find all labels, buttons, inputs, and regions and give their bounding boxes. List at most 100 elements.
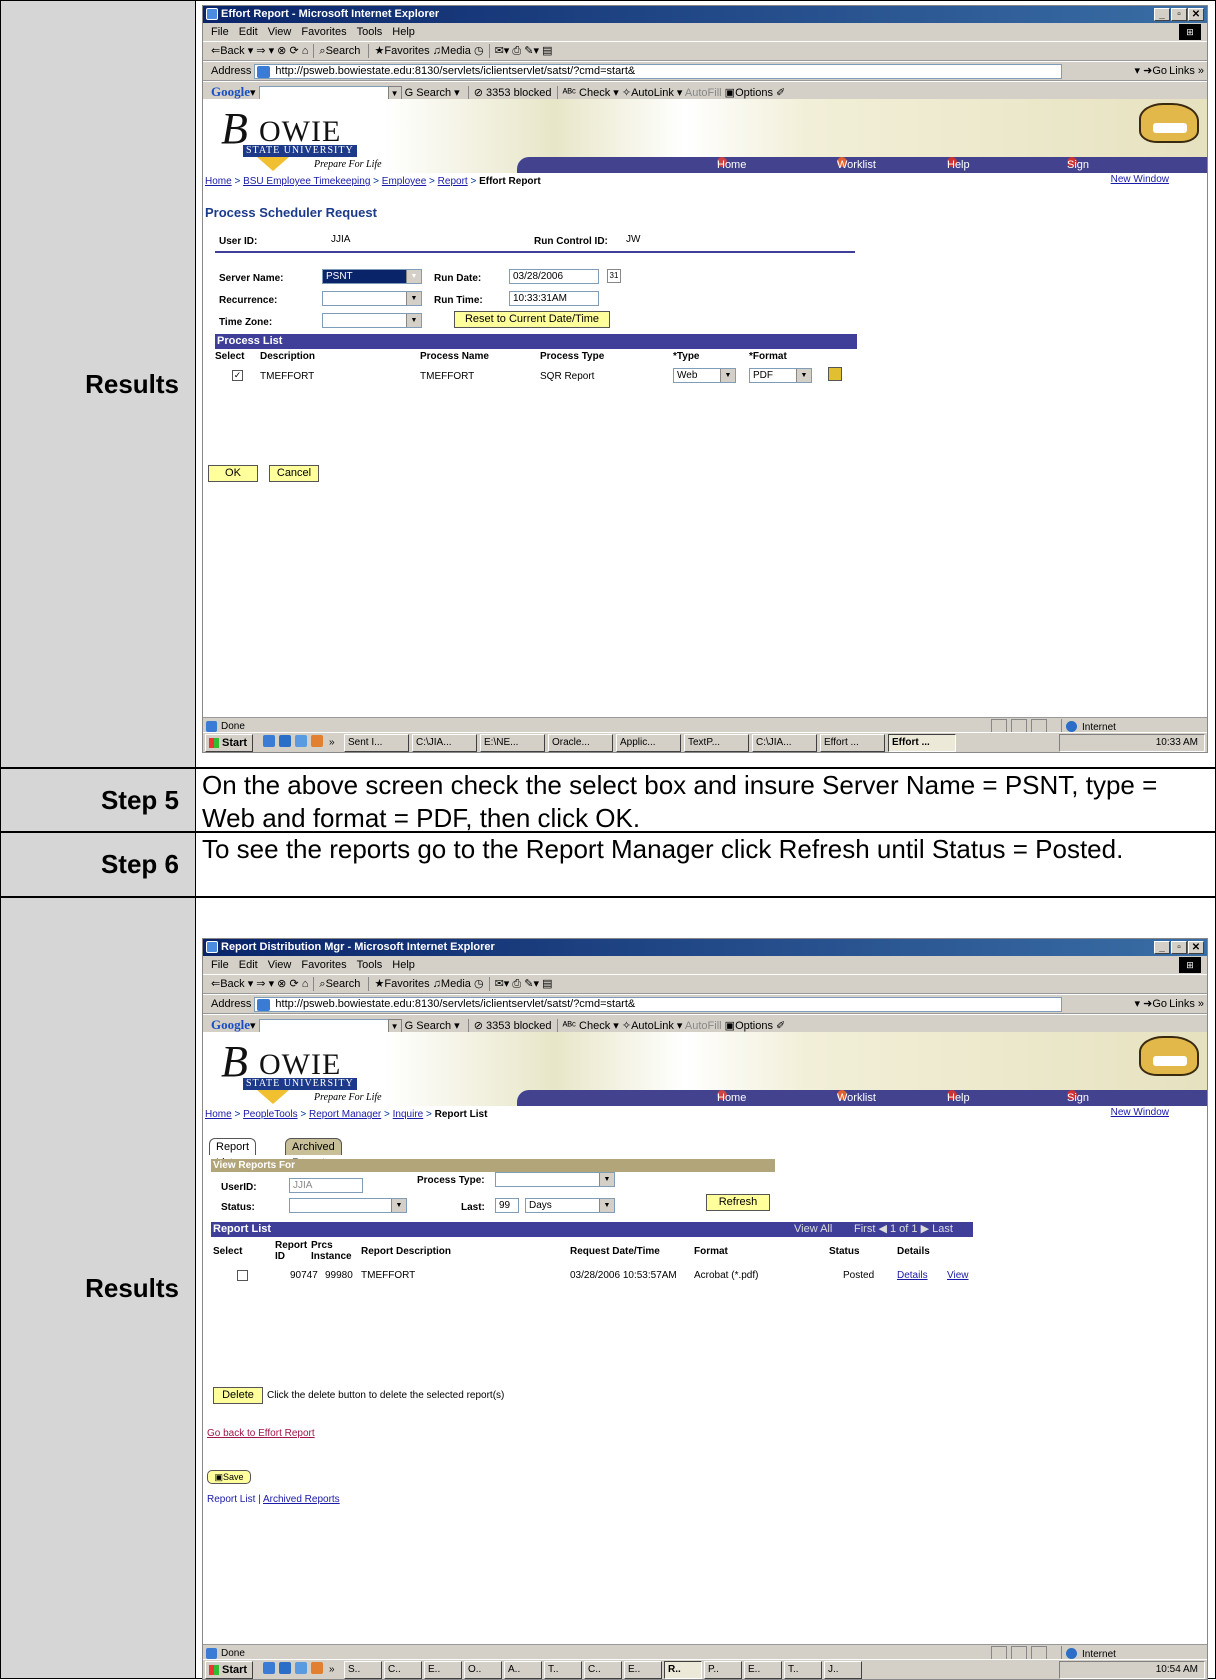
- type-select[interactable]: Web: [673, 368, 736, 383]
- refresh-button[interactable]: Refresh: [706, 1194, 770, 1211]
- calendar-icon[interactable]: 31: [607, 269, 621, 283]
- select-checkbox[interactable]: ✓: [232, 370, 243, 381]
- close-button[interactable]: ✕: [1188, 8, 1204, 21]
- history-icon[interactable]: ◷: [474, 978, 484, 990]
- task-item[interactable]: C..: [384, 1661, 422, 1679]
- go-button[interactable]: ▾ ➜Go: [1135, 62, 1167, 80]
- task-item[interactable]: C:\JIA...: [752, 734, 817, 752]
- new-window-link[interactable]: New Window: [1111, 1107, 1169, 1118]
- task-item[interactable]: E..: [624, 1661, 662, 1679]
- first-link[interactable]: First: [854, 1223, 875, 1235]
- details-link[interactable]: Details: [897, 1270, 928, 1281]
- menu-favorites[interactable]: Favorites: [301, 26, 346, 38]
- more-icon[interactable]: »: [329, 733, 335, 752]
- crumb-employee[interactable]: Employee: [382, 176, 426, 187]
- options-button[interactable]: Options: [735, 87, 773, 99]
- home-icon[interactable]: ⌂: [302, 45, 309, 57]
- more-icon[interactable]: »: [329, 1660, 335, 1679]
- discuss-icon[interactable]: ▤: [542, 45, 552, 57]
- media-button[interactable]: Media: [441, 45, 471, 57]
- crumb-report-manager[interactable]: Report Manager: [309, 1109, 381, 1120]
- report-select-checkbox[interactable]: [237, 1270, 248, 1281]
- menu-edit[interactable]: Edit: [239, 959, 258, 971]
- menu-help[interactable]: Help: [392, 26, 415, 38]
- back-button[interactable]: ⇐Back ▾ ⇒ ▾: [211, 45, 274, 57]
- task-item[interactable]: C..: [584, 1661, 622, 1679]
- explorer-quick-icon[interactable]: [295, 735, 307, 747]
- maximize-button[interactable]: ▫: [1171, 8, 1187, 21]
- menu-tools[interactable]: Tools: [357, 26, 383, 38]
- last-unit-select[interactable]: Days: [525, 1198, 615, 1213]
- task-item[interactable]: C:\JIA...: [412, 734, 477, 752]
- mail-icon[interactable]: ✉▾: [495, 978, 510, 990]
- task-item[interactable]: T..: [784, 1661, 822, 1679]
- minimize-button[interactable]: _: [1154, 941, 1170, 954]
- reset-datetime-button[interactable]: Reset to Current Date/Time: [454, 311, 610, 328]
- task-item[interactable]: A..: [504, 1661, 542, 1679]
- crumb-timekeeping[interactable]: BSU Employee Timekeeping: [243, 176, 370, 187]
- status-select[interactable]: [289, 1198, 407, 1213]
- crumb-report[interactable]: Report: [438, 176, 468, 187]
- recurrence-select[interactable]: [322, 291, 422, 306]
- autolink-button[interactable]: AutoLink: [631, 87, 674, 99]
- menu-file[interactable]: File: [211, 959, 229, 971]
- server-name-select[interactable]: PSNT: [322, 269, 422, 284]
- links-button[interactable]: Links »: [1169, 62, 1204, 80]
- go-back-link[interactable]: Go back to Effort Report: [207, 1428, 315, 1439]
- task-item[interactable]: Oracle...: [548, 734, 613, 752]
- format-select[interactable]: PDF: [749, 368, 812, 383]
- google-search-button[interactable]: Search: [416, 1020, 451, 1032]
- footer-report-list[interactable]: Report List: [207, 1494, 255, 1505]
- go-button[interactable]: ▾ ➜Go: [1135, 995, 1167, 1013]
- task-item[interactable]: O..: [464, 1661, 502, 1679]
- task-item-active[interactable]: Effort ...: [888, 734, 956, 752]
- next-icon[interactable]: ▶: [921, 1223, 929, 1235]
- discuss-icon[interactable]: ▤: [542, 978, 552, 990]
- task-item[interactable]: J..: [824, 1661, 862, 1679]
- popup-blocked[interactable]: 3353 blocked: [486, 87, 551, 99]
- tab-report-list[interactable]: Report List: [209, 1138, 257, 1169]
- tab-archived-reports[interactable]: Archived Reports: [285, 1138, 342, 1169]
- pencil-icon[interactable]: ✐: [776, 1020, 785, 1032]
- userid-input[interactable]: JJIA: [289, 1178, 363, 1193]
- crumb-inquire[interactable]: Inquire: [393, 1109, 424, 1120]
- favorites-button[interactable]: Favorites: [384, 45, 429, 57]
- address-input[interactable]: http://psweb.bowiestate.edu:8130/servlet…: [254, 63, 1063, 79]
- desktop-icon[interactable]: [263, 1662, 275, 1674]
- favorites-button[interactable]: Favorites: [384, 978, 429, 990]
- menu-view[interactable]: View: [268, 959, 292, 971]
- task-item[interactable]: Effort ...: [820, 734, 885, 752]
- outlook-quick-icon[interactable]: [311, 1662, 323, 1674]
- menu-favorites[interactable]: Favorites: [301, 959, 346, 971]
- task-item[interactable]: E..: [744, 1661, 782, 1679]
- maximize-button[interactable]: ▫: [1171, 941, 1187, 954]
- menu-help[interactable]: Help: [392, 959, 415, 971]
- ok-button[interactable]: OK: [208, 465, 258, 482]
- stop-icon[interactable]: ⊗: [277, 978, 286, 990]
- task-item[interactable]: P..: [704, 1661, 742, 1679]
- home-icon[interactable]: ⌂: [302, 978, 309, 990]
- process-type-select[interactable]: [495, 1172, 615, 1187]
- cancel-button[interactable]: Cancel: [269, 465, 319, 482]
- crumb-peopletools[interactable]: PeopleTools: [243, 1109, 297, 1120]
- check-button[interactable]: Check: [579, 87, 610, 99]
- view-link[interactable]: View: [947, 1270, 969, 1281]
- mail-icon[interactable]: ✉▾: [495, 45, 510, 57]
- crumb-home[interactable]: Home: [205, 1109, 232, 1120]
- back-button[interactable]: ⇐Back ▾ ⇒ ▾: [211, 978, 274, 990]
- close-button[interactable]: ✕: [1188, 941, 1204, 954]
- google-logo[interactable]: Google: [211, 1017, 250, 1032]
- edit-icon[interactable]: ✎▾: [524, 45, 539, 57]
- autofill-button[interactable]: AutoFill: [685, 1020, 722, 1032]
- refresh-icon[interactable]: ⟳: [289, 45, 298, 57]
- menu-edit[interactable]: Edit: [239, 26, 258, 38]
- options-button[interactable]: Options: [735, 1020, 773, 1032]
- popup-blocked[interactable]: 3353 blocked: [486, 1020, 551, 1032]
- ie-quick-icon[interactable]: [279, 1662, 291, 1674]
- menu-file[interactable]: File: [211, 26, 229, 38]
- print-icon[interactable]: ⎙: [512, 978, 521, 990]
- delete-button[interactable]: Delete: [213, 1387, 263, 1404]
- media-button[interactable]: Media: [441, 978, 471, 990]
- refresh-icon[interactable]: ⟳: [289, 978, 298, 990]
- task-item-active[interactable]: R..: [664, 1661, 702, 1679]
